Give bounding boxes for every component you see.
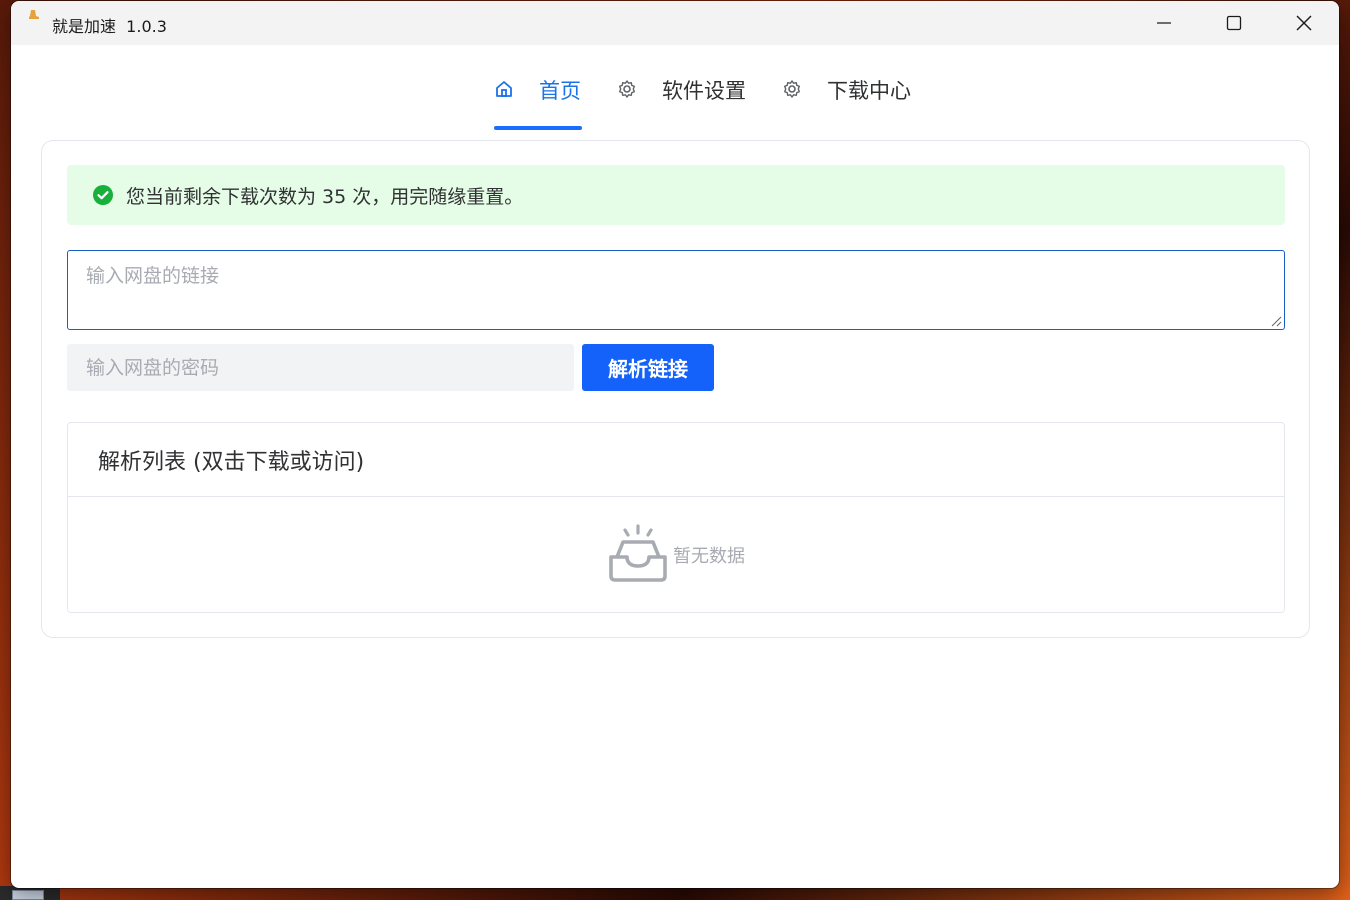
close-button[interactable] (1269, 1, 1339, 45)
maximize-button[interactable] (1199, 1, 1269, 45)
minimize-button[interactable] (1129, 1, 1199, 45)
empty-inbox-icon (609, 523, 667, 582)
resize-grip-icon[interactable] (1270, 315, 1282, 327)
tab-home-label: 首页 (539, 79, 581, 103)
link-input[interactable] (67, 250, 1285, 330)
password-input[interactable] (67, 344, 574, 391)
window-controls (1129, 1, 1339, 45)
gear-icon (619, 80, 635, 98)
empty-state-text: 暂无数据 (673, 545, 745, 567)
gear-icon (784, 80, 800, 98)
tab-download-center-label: 下载中心 (827, 79, 911, 103)
close-icon (1296, 15, 1312, 31)
minimize-icon (1157, 22, 1171, 24)
tab-download-center[interactable]: 下载中心 (782, 65, 911, 131)
window-title: 就是加速 1.0.3 (52, 17, 167, 36)
nav-tabs: 首页 软件设置 下载中心 (11, 65, 1339, 131)
tab-home[interactable]: 首页 (494, 65, 581, 131)
download-quota-alert: 您当前剩余下载次数为 35 次，用完随缘重置。 (67, 165, 1285, 225)
parse-list-panel: 解析列表 (双击下载或访问) 暂无数据 (67, 422, 1285, 613)
check-circle-icon (93, 185, 113, 205)
empty-state: 暂无数据 (68, 498, 1284, 613)
parse-link-button[interactable]: 解析链接 (582, 344, 714, 391)
parse-list-title: 解析列表 (双击下载或访问) (68, 423, 1284, 497)
alert-message: 您当前剩余下载次数为 35 次，用完随缘重置。 (126, 185, 524, 208)
tab-settings[interactable]: 软件设置 (617, 65, 746, 131)
maximize-icon (1226, 15, 1242, 31)
tab-settings-label: 软件设置 (662, 79, 746, 103)
app-logo-icon (29, 10, 39, 19)
app-window: 就是加速 1.0.3 首页 软件设置 下载中心 您当前剩余下载次数为 35 次，… (11, 1, 1339, 888)
home-icon (496, 81, 512, 97)
title-bar: 就是加速 1.0.3 (11, 1, 1339, 45)
desktop-thumbnail (12, 890, 44, 900)
active-tab-indicator (494, 126, 582, 130)
main-card: 您当前剩余下载次数为 35 次，用完随缘重置。 解析链接 解析列表 (双击下载或… (41, 140, 1310, 638)
